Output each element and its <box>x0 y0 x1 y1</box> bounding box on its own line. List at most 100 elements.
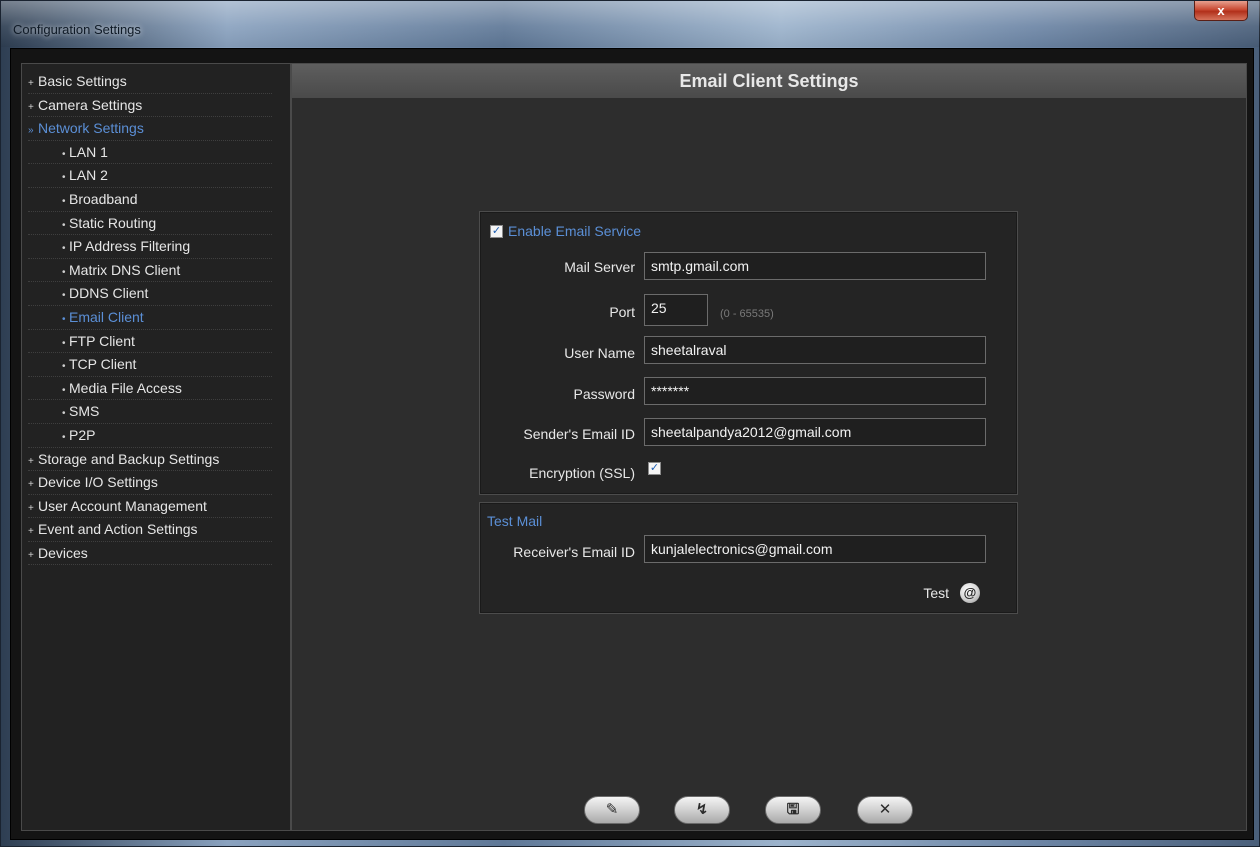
user-name-label: User Name <box>564 345 635 361</box>
bullet-icon: • <box>62 172 66 184</box>
sidebar-item-matrix-dns-client[interactable]: • Matrix DNS Client <box>28 259 272 283</box>
sidebar-item-label: SMS <box>69 403 100 420</box>
close-button[interactable]: ✕ <box>857 796 913 824</box>
bullet-icon: • <box>62 243 66 255</box>
expand-icon[interactable]: + <box>28 544 38 567</box>
window-close-button[interactable]: x <box>1194 1 1248 21</box>
sender-email-input[interactable]: sheetalpandya2012@gmail.com <box>644 418 986 446</box>
settings-sidebar: + Basic Settings + Camera Settings» Network … <box>21 63 291 831</box>
sidebar-item-devices[interactable]: + Devices <box>28 542 272 566</box>
bullet-icon: • <box>62 408 66 420</box>
sidebar-item-label: Storage and Backup Settings <box>38 450 220 467</box>
sender-email-label: Sender's Email ID <box>523 426 635 442</box>
bullet-icon: • <box>62 195 66 207</box>
page-title: Email Client Settings <box>292 64 1246 98</box>
sidebar-item-label: Media File Access <box>69 379 182 396</box>
sidebar-item-device-i-o-settings[interactable]: + Device I/O Settings <box>28 471 272 495</box>
sidebar-item-label: Email Client <box>69 308 144 325</box>
sidebar-item-user-account-management[interactable]: + User Account Management <box>28 495 272 519</box>
sidebar-item-tcp-client[interactable]: • TCP Client <box>28 353 272 377</box>
sidebar-item-label: LAN 1 <box>69 143 108 160</box>
refresh-icon: ↯ <box>695 801 709 818</box>
receiver-email-input[interactable]: kunjalelectronics@gmail.com <box>644 535 986 563</box>
sidebar-item-label: Devices <box>38 544 88 561</box>
sidebar-item-label: Device I/O Settings <box>38 474 158 491</box>
sidebar-item-storage-and-backup-settings[interactable]: + Storage and Backup Settings <box>28 448 272 472</box>
window-title: Configuration Settings <box>13 22 141 37</box>
sidebar-item-label: P2P <box>69 426 96 443</box>
sidebar-item-ip-address-filtering[interactable]: • IP Address Filtering <box>28 235 272 259</box>
expand-icon[interactable]: + <box>28 450 38 473</box>
bullet-icon: • <box>62 219 66 231</box>
sidebar-item-label: TCP Client <box>69 356 137 373</box>
sidebar-item-label: Static Routing <box>69 214 157 231</box>
expanded-icon[interactable]: » <box>28 119 38 142</box>
expand-icon[interactable]: + <box>28 96 38 119</box>
sidebar-item-ftp-client[interactable]: • FTP Client <box>28 330 272 354</box>
bullet-icon: • <box>62 431 66 443</box>
save-icon: 🖫 <box>786 801 800 818</box>
refresh-button[interactable]: ↯ <box>674 796 730 824</box>
sidebar-item-broadband[interactable]: • Broadband <box>28 188 272 212</box>
sidebar-item-lan-1[interactable]: • LAN 1 <box>28 141 272 165</box>
expand-icon[interactable]: + <box>28 473 38 496</box>
receiver-email-label: Receiver's Email ID <box>513 544 635 560</box>
test-mail-icon[interactable]: @ <box>960 583 980 603</box>
sidebar-item-label: Basic Settings <box>38 73 127 89</box>
bullet-icon: • <box>62 266 66 278</box>
expand-icon[interactable]: + <box>28 72 38 95</box>
sidebar-item-email-client[interactable]: • Email Client <box>28 306 272 330</box>
password-input[interactable]: ******* <box>644 377 986 405</box>
sidebar-item-media-file-access[interactable]: • Media File Access <box>28 377 272 401</box>
configuration-window: Configuration Settings x + Basic Settings… <box>0 0 1260 847</box>
expand-icon[interactable]: + <box>28 497 38 520</box>
sidebar-item-camera-settings[interactable]: + Camera Settings <box>28 94 272 118</box>
port-input[interactable]: 25 <box>644 294 708 326</box>
port-label: Port <box>609 304 635 320</box>
sidebar-item-sms[interactable]: • SMS <box>28 400 272 424</box>
ssl-label: Encryption (SSL) <box>529 465 635 481</box>
bullet-icon: • <box>62 313 66 325</box>
sidebar-item-label: Camera Settings <box>38 96 143 113</box>
enable-email-checkbox[interactable]: ✓ <box>490 225 503 238</box>
main-panel: Email Client Settings ✓ Enable Email Ser… <box>291 63 1247 831</box>
bullet-icon: • <box>62 361 66 373</box>
bullet-icon: • <box>62 337 66 349</box>
enable-email-label[interactable]: Enable Email Service <box>508 223 641 239</box>
sidebar-item-p2p[interactable]: • P2P <box>28 424 272 448</box>
apply-button[interactable]: ✎ <box>584 796 640 824</box>
save-button[interactable]: 🖫 <box>765 796 821 824</box>
close-icon: ✕ <box>878 801 892 818</box>
sidebar-item-static-routing[interactable]: • Static Routing <box>28 212 272 236</box>
client-area: + Basic Settings + Camera Settings» Network … <box>10 48 1254 840</box>
sidebar-item-label: Event and Action Settings <box>38 521 198 538</box>
sidebar-item-label: IP Address Filtering <box>69 238 191 255</box>
user-name-input[interactable]: sheetalraval <box>644 336 986 364</box>
port-range-hint: (0 - 65535) <box>720 308 774 320</box>
sidebar-item-lan-2[interactable]: • LAN 2 <box>28 164 272 188</box>
title-bar[interactable]: Configuration Settings x <box>1 1 1260 47</box>
sidebar-item-label: DDNS Client <box>69 285 149 302</box>
test-label[interactable]: Test <box>923 585 949 601</box>
sidebar-item-label: LAN 2 <box>69 167 108 184</box>
ssl-checkbox[interactable]: ✓ <box>648 462 661 475</box>
bullet-icon: • <box>62 148 66 160</box>
email-settings-group: ✓ Enable Email Service Mail Server smtp.… <box>479 211 1018 495</box>
sidebar-item-ddns-client[interactable]: • DDNS Client <box>28 282 272 306</box>
sidebar-item-event-and-action-settings[interactable]: + Event and Action Settings <box>28 518 272 542</box>
test-mail-title: Test Mail <box>487 513 543 529</box>
sidebar-item-basic-settings[interactable]: + Basic Settings <box>28 70 272 94</box>
mail-server-input[interactable]: smtp.gmail.com <box>644 252 986 280</box>
mail-server-label: Mail Server <box>564 259 635 275</box>
edit-check-icon: ✎ <box>605 801 619 818</box>
expand-icon[interactable]: + <box>28 520 38 543</box>
sidebar-item-network-settings[interactable]: » Network Settings <box>28 117 272 141</box>
sidebar-item-label: FTP Client <box>69 332 135 349</box>
sidebar-item-label: Matrix DNS Client <box>69 261 181 278</box>
settings-tree: + Basic Settings + Camera Settings» Network … <box>28 70 272 566</box>
sidebar-item-label: User Account Management <box>38 497 207 514</box>
sidebar-item-label: Broadband <box>69 190 138 207</box>
test-mail-group: Test Mail Receiver's Email ID kunjalelec… <box>479 502 1018 614</box>
bullet-icon: • <box>62 290 66 302</box>
password-label: Password <box>573 386 635 402</box>
